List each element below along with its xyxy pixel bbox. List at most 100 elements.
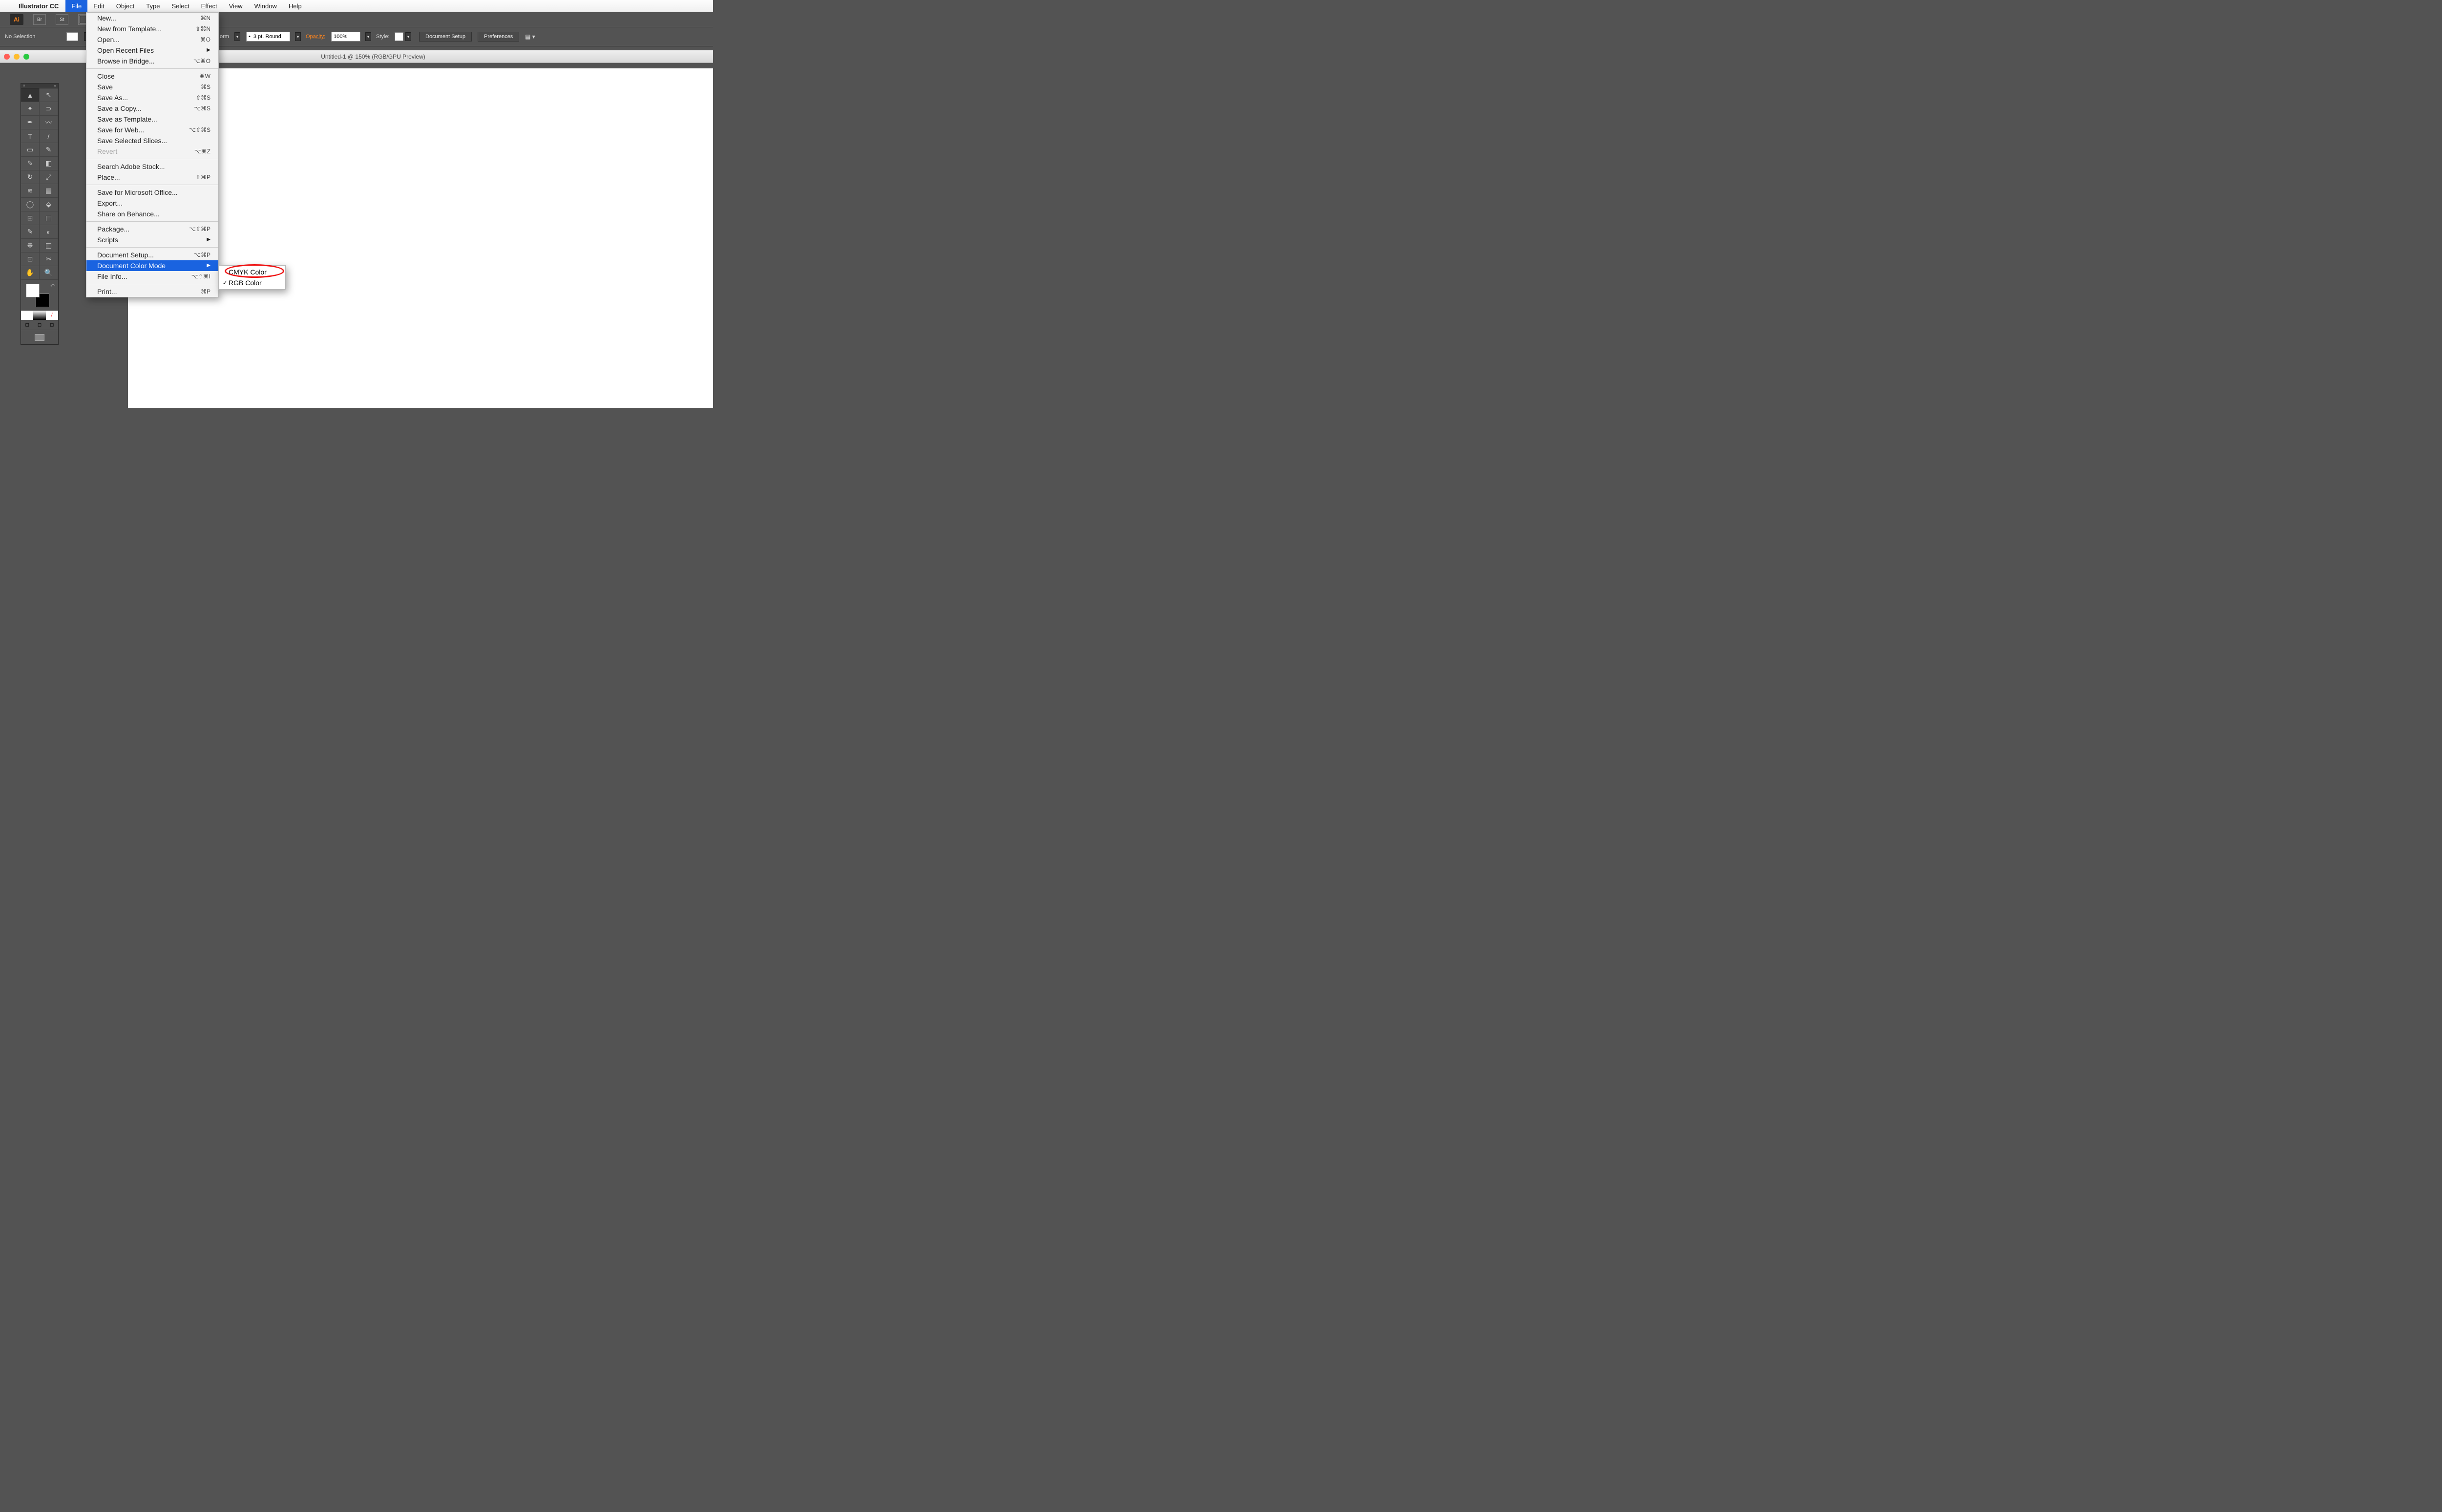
menu-item-document-color-mode[interactable]: Document Color Mode▶	[86, 260, 218, 271]
slice-tool[interactable]: ✂	[40, 252, 58, 266]
zoom-window-icon[interactable]	[23, 54, 29, 60]
opacity-dropdown[interactable]: ▾	[365, 32, 371, 41]
style-swatch[interactable]	[395, 32, 403, 41]
stroke-unit-label: orm	[220, 34, 229, 40]
selection-tool[interactable]: ▲	[21, 88, 40, 102]
draw-inside[interactable]: ◻	[46, 320, 58, 330]
menu-item-save-a-copy[interactable]: Save a Copy...⌥⌘S	[86, 103, 218, 114]
shape-builder-tool[interactable]: ◯	[21, 198, 40, 211]
blend-tool[interactable]: ◐	[40, 225, 58, 239]
document-setup-button[interactable]: Document Setup	[419, 32, 472, 42]
menu-item-open-recent-files[interactable]: Open Recent Files▶	[86, 45, 218, 56]
style-dropdown[interactable]: ▾	[405, 32, 411, 41]
menu-type[interactable]: Type	[140, 0, 166, 12]
free-transform-tool[interactable]: ▦	[40, 184, 58, 198]
menu-item-search-adobe-stock[interactable]: Search Adobe Stock...	[86, 161, 218, 172]
menu-help[interactable]: Help	[283, 0, 308, 12]
fill-swatch[interactable]	[66, 32, 78, 41]
brush-tool[interactable]: ✎	[40, 143, 58, 157]
stroke-weight-dropdown[interactable]: ▾	[234, 32, 240, 41]
color-mode-none[interactable]: /	[46, 311, 58, 320]
align-icon[interactable]: ▦ ▾	[525, 33, 535, 40]
eyedropper-tool[interactable]: ✎	[21, 225, 40, 239]
menu-select[interactable]: Select	[166, 0, 195, 12]
menu-object[interactable]: Object	[110, 0, 141, 12]
screen-mode[interactable]	[21, 330, 58, 344]
menu-edit[interactable]: Edit	[87, 0, 110, 12]
menubar: Illustrator CC File Edit Object Type Sel…	[0, 0, 713, 12]
perspective-tool[interactable]: ⬙	[40, 198, 58, 211]
graph-tool[interactable]: ▥	[40, 239, 58, 252]
width-tool[interactable]: ≋	[21, 184, 40, 198]
color-mode-gradient[interactable]	[33, 311, 45, 320]
scale-tool[interactable]: ⤢	[40, 170, 58, 184]
symbol-sprayer-tool[interactable]: ❉	[21, 239, 40, 252]
collapse-icon[interactable]: «	[54, 84, 56, 88]
menu-item-export[interactable]: Export...	[86, 198, 218, 209]
hand-tool[interactable]: ✋	[21, 266, 40, 280]
tools-panel: ×« ▲ ↖ ✦ ⊃ ✒ 〰 T / ▭ ✎ ✎ ◧ ↻ ⤢ ≋ ▦ ◯ ⬙ ⊞…	[21, 83, 59, 345]
pen-tool[interactable]: ✒	[21, 116, 40, 129]
mesh-tool[interactable]: ⊞	[21, 211, 40, 225]
menu-item-print[interactable]: Print...⌘P	[86, 286, 218, 297]
menu-item-share-on-behance[interactable]: Share on Behance...	[86, 209, 218, 219]
style-label: Style:	[376, 34, 390, 40]
brush-value[interactable]: 3 pt. Round	[253, 34, 281, 40]
close-icon[interactable]: ×	[23, 84, 25, 88]
swap-colors-icon[interactable]: ⤺	[50, 283, 55, 288]
menu-view[interactable]: View	[223, 0, 249, 12]
curvature-tool[interactable]: 〰	[40, 116, 58, 129]
opacity-label[interactable]: Opacity:	[306, 34, 325, 40]
rotate-tool[interactable]: ↻	[21, 170, 40, 184]
menu-item-open[interactable]: Open...⌘O	[86, 34, 218, 45]
menu-item-save-for-web[interactable]: Save for Web...⌥⇧⌘S	[86, 125, 218, 135]
selection-label: No Selection	[5, 34, 35, 40]
menu-item-save-as-template[interactable]: Save as Template...	[86, 114, 218, 125]
fill-color[interactable]	[26, 284, 40, 297]
ai-logo: Ai	[10, 14, 23, 25]
menu-item-save-as[interactable]: Save As...⇧⌘S	[86, 92, 218, 103]
menu-item-save-for-microsoft-office[interactable]: Save for Microsoft Office...	[86, 187, 218, 198]
pencil-tool[interactable]: ✎	[21, 157, 40, 170]
minimize-window-icon[interactable]	[14, 54, 20, 60]
draw-behind[interactable]: ◻	[33, 320, 45, 330]
app-name[interactable]: Illustrator CC	[12, 2, 65, 10]
color-mode-solid[interactable]	[21, 311, 33, 320]
menu-item-close[interactable]: Close⌘W	[86, 71, 218, 82]
lasso-tool[interactable]: ⊃	[40, 102, 58, 116]
menu-item-package[interactable]: Package...⌥⇧⌘P	[86, 224, 218, 234]
rgb-color-item[interactable]: ✓RGB Color	[219, 277, 285, 288]
draw-normal[interactable]: ◻	[21, 320, 33, 330]
color-swatches[interactable]: ⤺	[21, 280, 58, 310]
cmyk-color-item[interactable]: CMYK Color	[219, 267, 285, 277]
zoom-tool[interactable]: 🔍	[40, 266, 58, 280]
menu-effect[interactable]: Effect	[195, 0, 223, 12]
opacity-field[interactable]: 100%	[331, 32, 360, 42]
menu-item-browse-in-bridge[interactable]: Browse in Bridge...⌥⌘O	[86, 56, 218, 66]
menu-window[interactable]: Window	[249, 0, 283, 12]
menu-item-new-from-template[interactable]: New from Template...⇧⌘N	[86, 23, 218, 34]
menu-item-document-setup[interactable]: Document Setup...⌥⌘P	[86, 250, 218, 260]
direct-select-tool[interactable]: ↖	[40, 88, 58, 102]
close-window-icon[interactable]	[4, 54, 10, 60]
type-tool[interactable]: T	[21, 129, 40, 143]
menu-item-place[interactable]: Place...⇧⌘P	[86, 172, 218, 183]
bridge-button[interactable]: Br	[33, 14, 46, 25]
wand-tool[interactable]: ✦	[21, 102, 40, 116]
stock-button[interactable]: St	[56, 14, 68, 25]
artboard-tool[interactable]: ⊡	[21, 252, 40, 266]
menu-file[interactable]: File	[65, 0, 87, 12]
menu-item-scripts[interactable]: Scripts▶	[86, 234, 218, 245]
line-tool[interactable]: /	[40, 129, 58, 143]
tools-panel-header[interactable]: ×«	[21, 84, 58, 88]
menu-item-save-selected-slices[interactable]: Save Selected Slices...	[86, 135, 218, 146]
menu-item-file-info[interactable]: File Info...⌥⇧⌘I	[86, 271, 218, 282]
gradient-tool[interactable]: ▤	[40, 211, 58, 225]
color-mode-submenu: CMYK Color ✓RGB Color	[218, 265, 286, 290]
eraser-tool[interactable]: ◧	[40, 157, 58, 170]
menu-item-new[interactable]: New...⌘N	[86, 13, 218, 23]
menu-item-save[interactable]: Save⌘S	[86, 82, 218, 92]
brush-dropdown[interactable]: ▾	[295, 32, 301, 41]
preferences-button[interactable]: Preferences	[478, 32, 519, 42]
rectangle-tool[interactable]: ▭	[21, 143, 40, 157]
